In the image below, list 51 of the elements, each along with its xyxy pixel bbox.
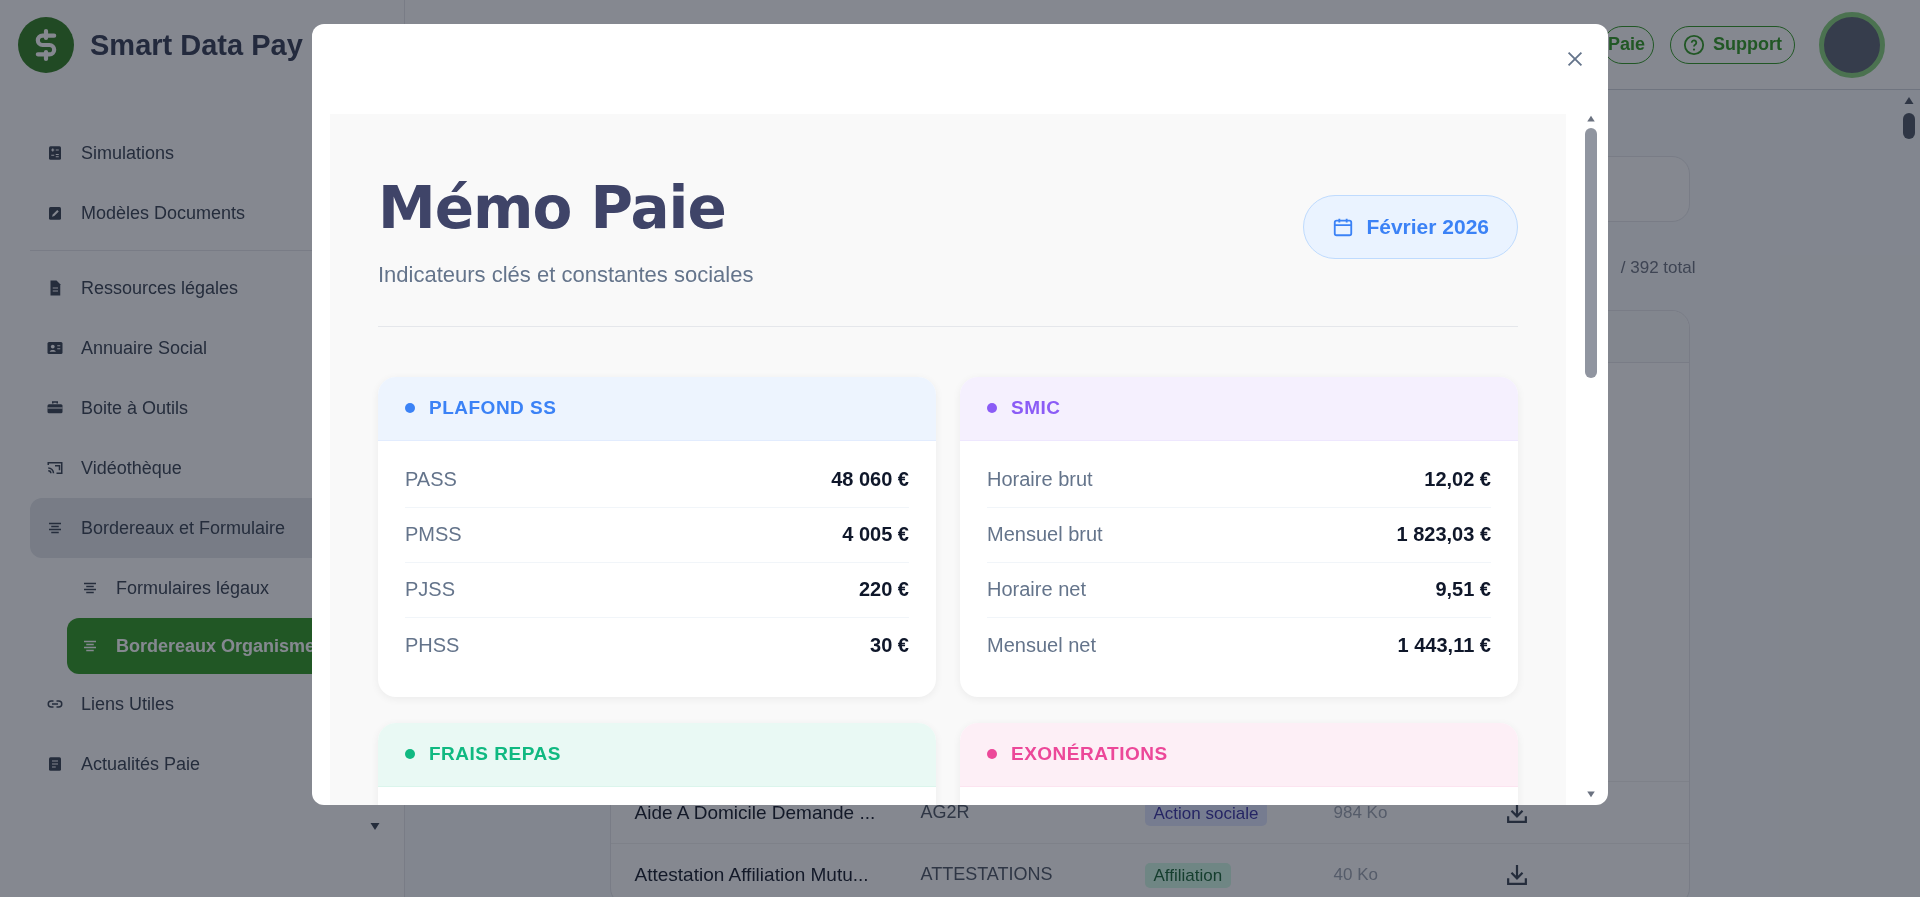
scrollbar-thumb[interactable]	[1903, 113, 1915, 139]
document-name[interactable]: Aide A Domicile Demande ...	[634, 801, 921, 824]
indicator-label: PASS	[405, 468, 457, 492]
screen-cast-icon	[46, 459, 64, 477]
scroll-up-arrow-icon	[1902, 95, 1916, 107]
sidebar-item[interactable]: Boite à Outils	[30, 378, 404, 438]
indicator-value: 1 443,11 €	[1397, 633, 1491, 657]
category-tag: Affiliation	[1144, 862, 1232, 888]
indicator-value: 48 060 €	[831, 468, 909, 492]
indicator-value: 220 €	[858, 578, 909, 602]
scroll-up-arrow-icon	[1584, 114, 1598, 124]
dialog-subtitle: Indicateurs clés et constantes sociales	[378, 261, 754, 288]
app-name: Smart Data Pay	[90, 28, 303, 62]
indicator-value: 30 €	[870, 633, 909, 657]
table-cell-text: AG2R	[920, 802, 971, 823]
sidebar-item[interactable]: Liens Utiles	[30, 674, 404, 734]
download-icon	[1506, 802, 1527, 823]
help-icon	[1683, 33, 1705, 56]
newspaper-icon	[46, 755, 64, 773]
scrollbar-thumb[interactable]	[1585, 128, 1597, 378]
sidebar-item[interactable]: Actualités Paie	[30, 734, 404, 794]
support-button[interactable]: Support	[1670, 25, 1795, 64]
sidebar-item[interactable]: Vidéothèque	[30, 438, 404, 498]
indicator-label: Horaire net	[987, 578, 1086, 602]
indicator-label: PMSS	[405, 523, 462, 547]
clipboard-pencil-icon	[46, 204, 64, 222]
indicator-label: Mensuel brut	[987, 523, 1103, 547]
calendar-icon	[1332, 216, 1355, 238]
card-title: PLAFOND SS	[429, 397, 557, 420]
document-name[interactable]: Attestation Affiliation Mutu...	[634, 863, 921, 886]
period-badge: Février 2026	[1303, 195, 1518, 259]
contact-card-icon	[46, 339, 64, 357]
scroll-down-arrow-icon	[368, 820, 382, 832]
card-title: EXONÉRATIONS	[1011, 743, 1168, 766]
calculator-icon	[46, 144, 64, 162]
table-cell-text: ATTESTATIONS	[920, 864, 1054, 885]
indicator-value: 12,02 €	[1424, 468, 1491, 492]
total-count: / 392 total	[1620, 258, 1696, 277]
card-title: SMIC	[1011, 397, 1061, 420]
indicator-value: 9,51 €	[1435, 578, 1491, 602]
indicator-label: Mensuel net	[987, 633, 1096, 657]
indicator-label: Horaire brut	[987, 468, 1093, 492]
card-title: FRAIS REPAS	[429, 743, 561, 766]
indicator-label: PJSS	[405, 578, 456, 602]
sidebar-item[interactable]: Formulaires légaux	[67, 560, 404, 616]
indicator-label: PHSS	[405, 633, 460, 657]
logo-icon	[18, 17, 74, 73]
download-icon	[1506, 864, 1527, 885]
sidebar-item[interactable]: Annuaire Social	[30, 318, 404, 378]
indicator-value: 4 005 €	[842, 523, 909, 547]
indicator-value: 1 823,03 €	[1396, 523, 1491, 547]
